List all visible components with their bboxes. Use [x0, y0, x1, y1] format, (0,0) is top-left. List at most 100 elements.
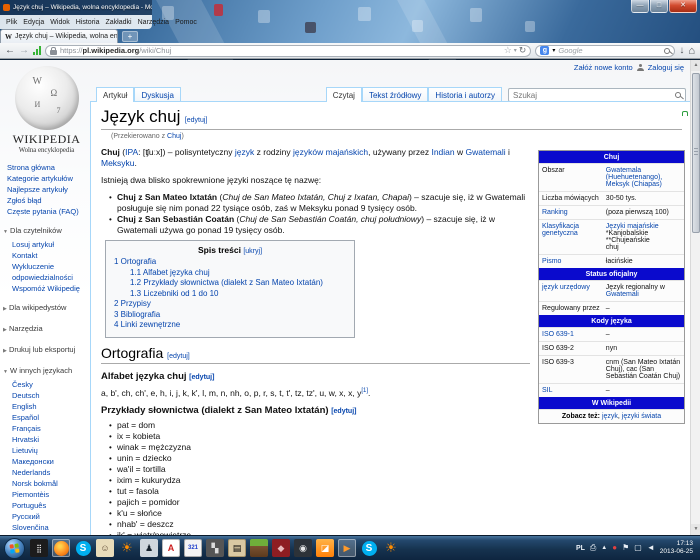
scroll-down-icon[interactable]: ▼ — [691, 524, 700, 535]
clapper-app-icon[interactable]: ▚ — [206, 539, 224, 557]
interwiki-ru[interactable]: Русский — [12, 511, 86, 522]
interwiki-lt[interactable]: Lietuvių — [12, 445, 86, 456]
scrollbar-thumb[interactable] — [692, 73, 700, 233]
sidebar-section-dla-wikipedystow[interactable]: ▶ Dla wikipedystów — [3, 302, 86, 315]
flag-icon[interactable]: ⚑ — [622, 543, 629, 553]
dominoes-app-icon[interactable]: ⣿ — [30, 539, 48, 557]
folder-app-icon[interactable]: ▤ — [228, 539, 246, 557]
sun-app-icon[interactable]: ☀ — [118, 539, 136, 557]
minimize-button[interactable]: — — [631, 0, 649, 13]
sidebar-item-strona-glowna[interactable]: Strona główna — [7, 162, 86, 173]
search-magnifier-icon[interactable] — [675, 92, 681, 98]
infobox-value-link[interactable]: łacińskie — [603, 255, 684, 268]
start-button[interactable] — [4, 538, 25, 559]
downloads-button[interactable]: ↓ — [679, 45, 684, 56]
url-text[interactable]: https://pl.wikipedia.org/wiki/Chuj — [60, 46, 501, 55]
create-account-link[interactable]: Załóż nowe konto — [574, 63, 633, 72]
infobox-label-link[interactable]: ISO 639-1 — [539, 328, 603, 341]
search-engine-dropdown-icon[interactable]: ▾ — [552, 48, 555, 54]
firefox-taskbar-icon[interactable] — [52, 539, 70, 557]
url-bar[interactable]: https://pl.wikipedia.org/wiki/Chuj ☆ ▾ ↻ — [45, 45, 531, 57]
edit-section-link[interactable]: [edytuj] — [185, 117, 208, 124]
menu-historia[interactable]: Historia — [73, 18, 103, 27]
toc-item[interactable]: 1.3 Liczebniki od 1 do 10 — [114, 289, 346, 300]
sidebar-section-dla-czytelnikow[interactable]: ▼ Dla czytelników — [3, 225, 86, 238]
interwiki-hr[interactable]: Hrvatski — [12, 434, 86, 445]
urlbar-dropdown-icon[interactable]: ▾ — [514, 48, 517, 54]
toc-item[interactable]: 1 Ortografia — [114, 257, 346, 268]
sidebar-item-kontakt[interactable]: Kontakt — [12, 250, 86, 261]
toc-item[interactable]: 1.1 Alfabet języka chuj — [114, 268, 346, 279]
redirect-source-link[interactable]: Chuj — [167, 133, 181, 140]
menu-widok[interactable]: Widok — [47, 18, 72, 27]
maximize-button[interactable]: □ — [650, 0, 668, 13]
sidebar-item-najlepsze[interactable]: Najlepsze artykuły — [7, 184, 86, 195]
scroll-up-icon[interactable]: ▲ — [691, 60, 700, 71]
sidebar-item-faq[interactable]: Częste pytania (FAQ) — [7, 206, 86, 217]
browser-search-bar[interactable]: g ▾ Google — [535, 45, 675, 57]
show-hidden-icons[interactable]: ▲ — [601, 543, 607, 553]
bookmark-star-icon[interactable]: ☆ — [504, 46, 512, 55]
language-indicator[interactable]: PL — [576, 545, 585, 552]
sidebar-item-wykluczenie[interactable]: Wykluczenie odpowiedzialności — [12, 261, 86, 283]
wiki-search-box[interactable] — [508, 88, 686, 102]
wikipedia-globe-logo[interactable]: W Ω И 7 — [15, 66, 79, 130]
interwiki-no[interactable]: Norsk bokmål — [12, 478, 86, 489]
interwiki-sk[interactable]: Slovenčina — [12, 522, 86, 533]
google-icon[interactable]: g — [540, 46, 549, 55]
interwiki-pt[interactable]: Português — [12, 500, 86, 511]
toc-item[interactable]: 3 Bibliografia — [114, 310, 346, 321]
infobox-label-link[interactable]: SIL — [539, 384, 603, 397]
taskbar-clock[interactable]: 17:13 2013-06-25 — [660, 540, 696, 556]
home-button[interactable]: ⌂ — [688, 45, 695, 57]
tab-dyskusja[interactable]: Dyskusja — [134, 87, 180, 102]
sidebar-item-kategorie[interactable]: Kategorie artykułów — [7, 173, 86, 184]
photos-app-icon[interactable]: ◪ — [316, 539, 334, 557]
sidebar-section-narzedzia[interactable]: ▶ Narzędzia — [3, 323, 86, 336]
login-link[interactable]: Zaloguj się — [648, 63, 684, 72]
edit-section-link[interactable]: [edytuj] — [167, 353, 190, 360]
toc-item[interactable]: 4 Linki zewnętrzne — [114, 320, 346, 331]
sidebar-section-jezyki[interactable]: ▼ W innych językach — [3, 365, 86, 378]
figure-app-icon[interactable]: ♟ — [140, 539, 158, 557]
infobox-label-link[interactable]: Ranking — [539, 206, 603, 219]
toc-item[interactable]: 2 Przypisy — [114, 299, 346, 310]
interwiki-fr[interactable]: Français — [12, 423, 86, 434]
menu-pomoc[interactable]: Pomoc — [172, 18, 200, 27]
interwiki-nl[interactable]: Nederlands — [12, 467, 86, 478]
toc-item[interactable]: 1.2 Przykłady słownictwa (dialekt z San … — [114, 278, 346, 289]
interwiki-es[interactable]: Español — [12, 412, 86, 423]
skype-taskbar-icon[interactable]: S — [74, 539, 92, 557]
sidebar-item-wspomoz[interactable]: Wspomóż Wikipedię — [12, 283, 86, 294]
media-player-icon[interactable]: ▶ — [338, 539, 356, 557]
notification-red-icon[interactable]: ● — [612, 543, 617, 553]
network-icon[interactable]: ▢ — [634, 543, 642, 553]
infobox-label-link[interactable]: Pismo — [539, 255, 603, 268]
addon-stats-icon[interactable] — [33, 46, 41, 55]
printer-icon[interactable]: ⎙ — [590, 543, 596, 553]
browser-search-placeholder[interactable]: Google — [558, 46, 661, 55]
menu-narzedzia[interactable]: Narzędzia — [135, 18, 173, 27]
camera-app-icon[interactable]: ◉ — [294, 539, 312, 557]
face-app-icon[interactable]: ☺ — [96, 539, 114, 557]
new-tab-button[interactable]: + — [122, 31, 138, 42]
calendar-app-icon[interactable]: 321 — [184, 539, 202, 557]
tab-historia[interactable]: Historia i autorzy — [428, 87, 502, 102]
browser-tab[interactable]: W Język chuj – Wikipedia, wolna encyklop… — [0, 29, 118, 43]
vertical-scrollbar[interactable]: ▲ ▼ — [690, 60, 700, 535]
tab-artykul[interactable]: Artykuł — [96, 87, 134, 102]
search-magnifier-icon[interactable] — [664, 48, 670, 54]
skype-taskbar-icon-2[interactable]: S — [360, 539, 378, 557]
menu-plik[interactable]: Plik — [3, 18, 20, 27]
forward-button[interactable]: → — [19, 44, 29, 58]
reload-icon[interactable]: ↻ — [519, 46, 527, 55]
minecraft-icon[interactable] — [250, 539, 268, 557]
sidebar-item-zglos-blad[interactable]: Zgłoś błąd — [7, 195, 86, 206]
interwiki-de[interactable]: Deutsch — [12, 390, 86, 401]
edit-section-link[interactable]: [edytuj] — [331, 408, 356, 415]
toc-hide-link[interactable]: [ukryj] — [243, 248, 262, 255]
wiki-search-input[interactable] — [513, 91, 675, 100]
tab-czytaj[interactable]: Czytaj — [326, 87, 362, 102]
back-button[interactable]: ← — [5, 44, 15, 58]
interwiki-mk[interactable]: Македонски — [12, 456, 86, 467]
